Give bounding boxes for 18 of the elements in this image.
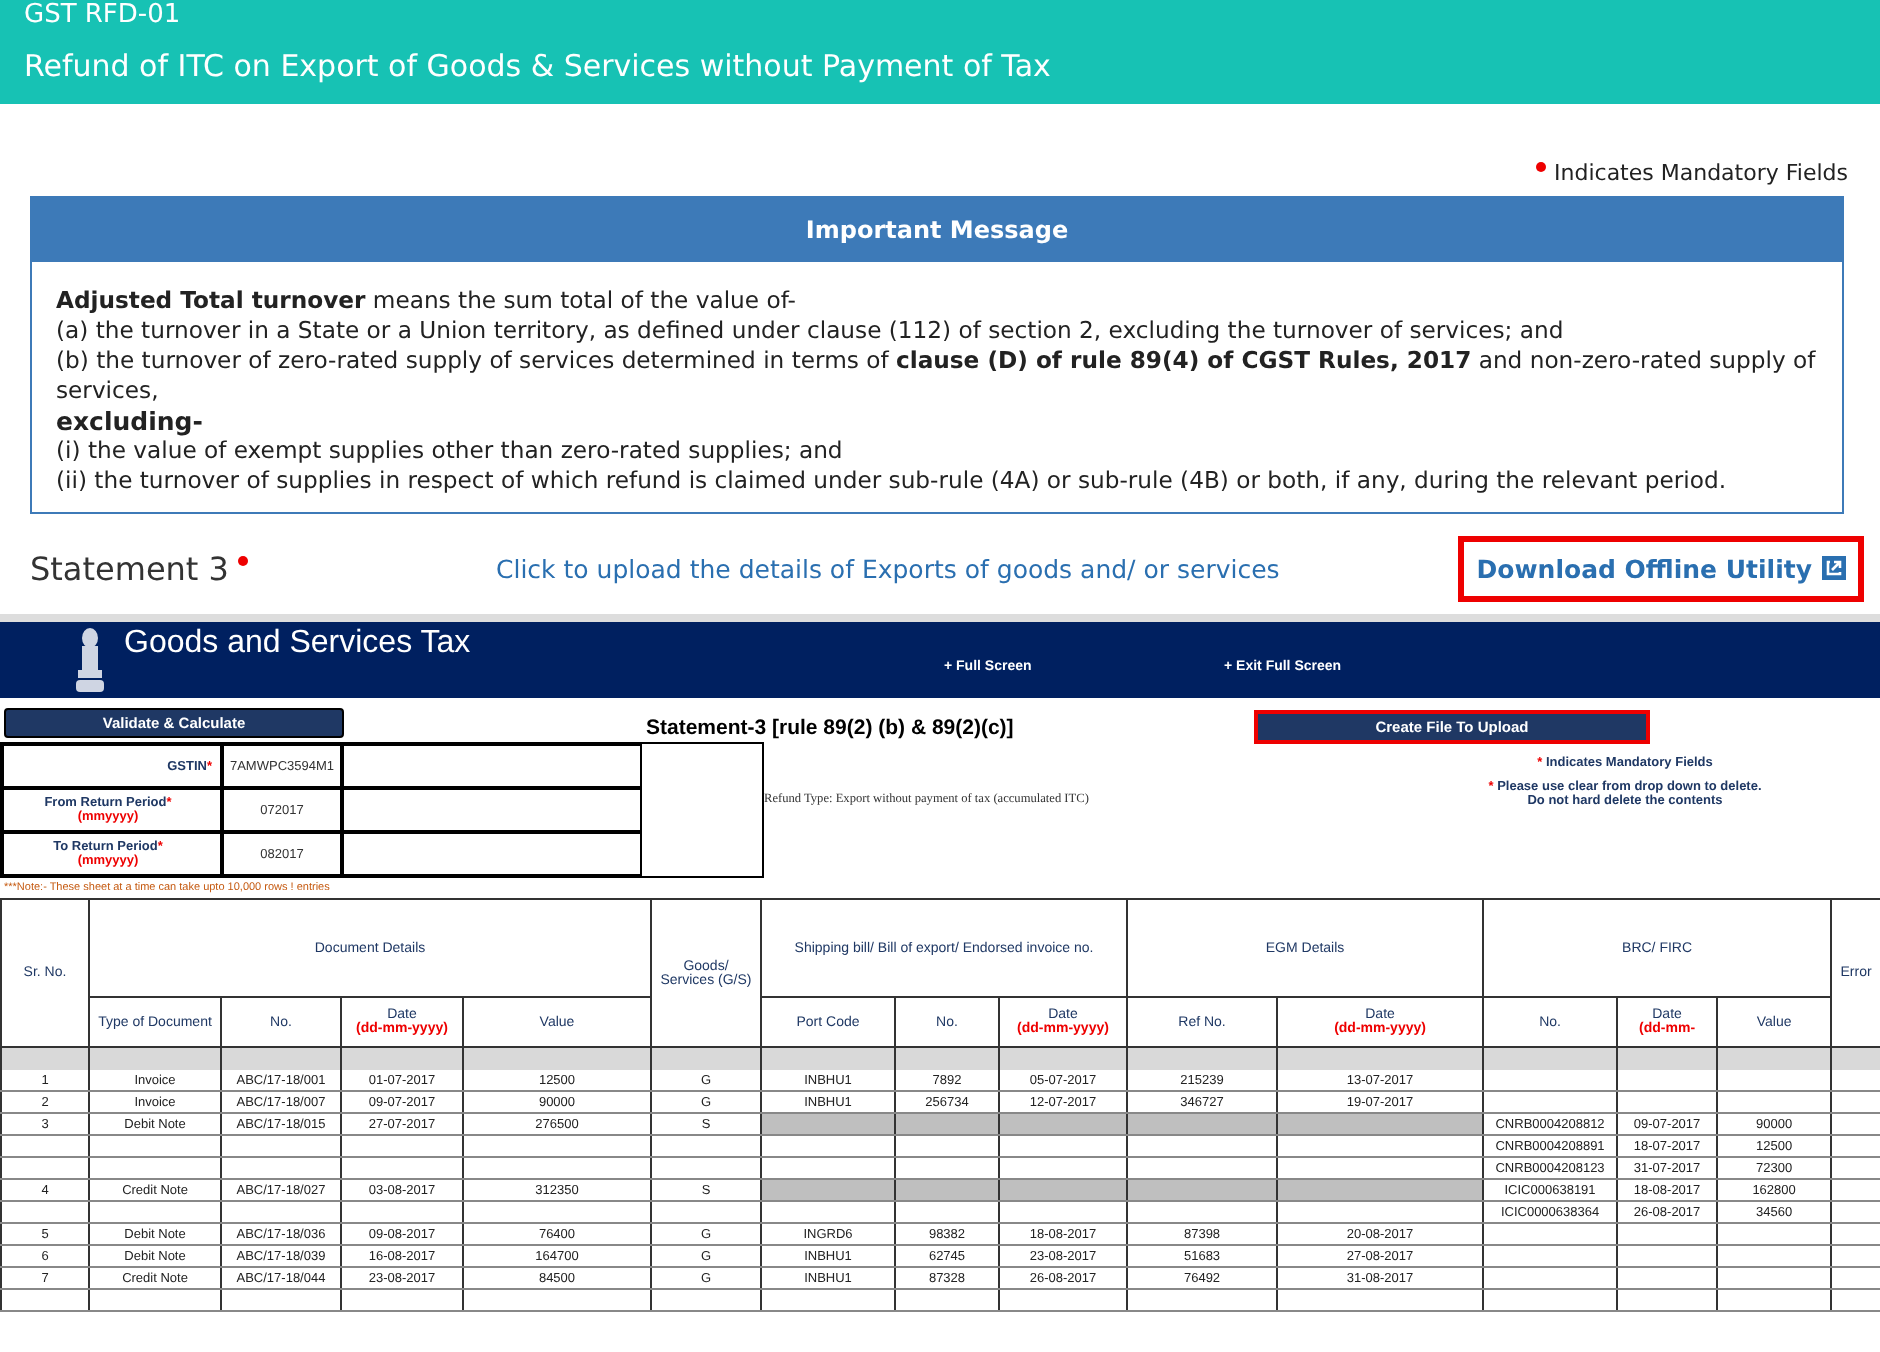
message-text: (i) the value of exempt supplies other than zero-rated supplies; and: [56, 436, 845, 466]
message-text: (ii) the turnover of supplies in respect of which refund is claimed under sub-rule (4A) or sub-rule (4B) or both, if any, during the relevant period.: [56, 466, 1729, 496]
form-code: GST RFD-01: [24, 0, 183, 30]
upload-link[interactable]: Click to upload the details of Exports of goods and/ or services: [496, 553, 1459, 583]
emblem-icon: [72, 626, 108, 694]
message-text: (a) the turnover in a State or a Union territory, as defined under clause (112) of section 2, excluding the turnover of services; and: [56, 316, 1566, 346]
message-title: Important Message: [32, 198, 1842, 262]
statement-label: Statement 3: [30, 549, 230, 587]
message-text: excluding-: [56, 406, 205, 436]
sheet-heading: Statement-3 [rule 89(2) (b) & 89(2)(c)]: [646, 716, 1016, 740]
external-link-icon: [1822, 556, 1846, 580]
message-text: (b) the turnover of zero-rated supply of services determined in terms of clause (D) of rule 89(4) of CGST Rules, 2017 and non-zero-rated supply of services,: [56, 346, 1818, 406]
page-title: Refund of ITC on Export of Goods & Services without Payment of Tax: [24, 48, 1053, 84]
banner-title: Goods and Services Tax: [124, 626, 473, 662]
mandatory-note: Indicates Mandatory Fields: [1554, 160, 1848, 186]
download-button[interactable]: Download Offline Utility: [1458, 535, 1864, 601]
message-text: Adjusted Total turnover means the sum total of the value of-: [56, 286, 798, 316]
required-dot-icon: [1536, 162, 1547, 172]
